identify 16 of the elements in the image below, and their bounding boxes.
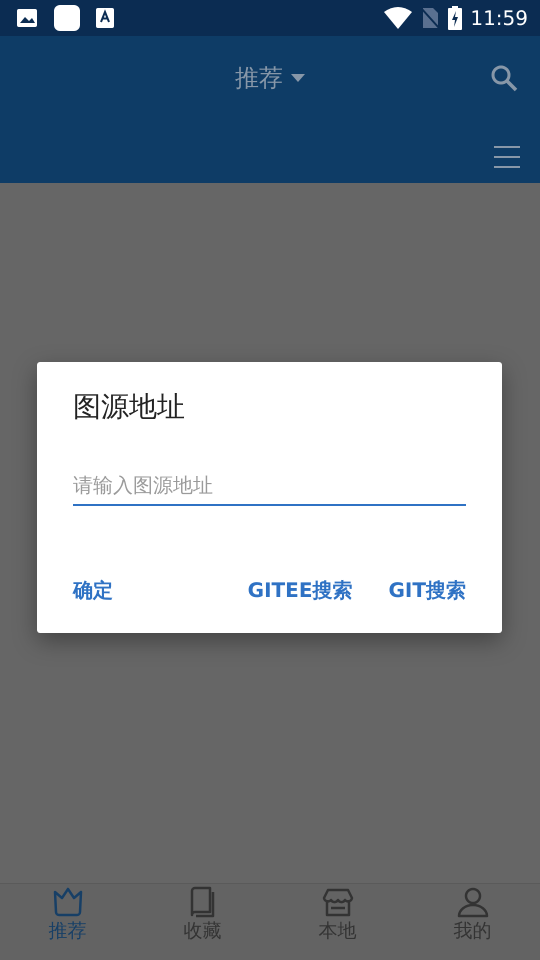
person-icon <box>456 886 490 920</box>
image-icon <box>16 8 38 28</box>
wifi-icon <box>384 7 412 29</box>
search-icon[interactable] <box>490 64 518 92</box>
font-icon <box>96 8 114 28</box>
dialog-title: 图源地址 <box>73 390 186 424</box>
dialog-button[interactable]: GITEE搜索 <box>238 567 362 613</box>
dropdown-caret-icon[interactable] <box>291 74 305 82</box>
app-icon <box>54 5 80 31</box>
menu-icon[interactable] <box>494 144 520 168</box>
battery-icon <box>448 6 462 30</box>
header-title[interactable]: 推荐 <box>235 60 283 96</box>
dialog-button[interactable]: GIT搜索 <box>378 567 476 613</box>
status-time: 11:59 <box>470 5 528 32</box>
no-sim-icon <box>420 7 440 29</box>
dialog-button[interactable]: 确定 <box>63 567 123 613</box>
